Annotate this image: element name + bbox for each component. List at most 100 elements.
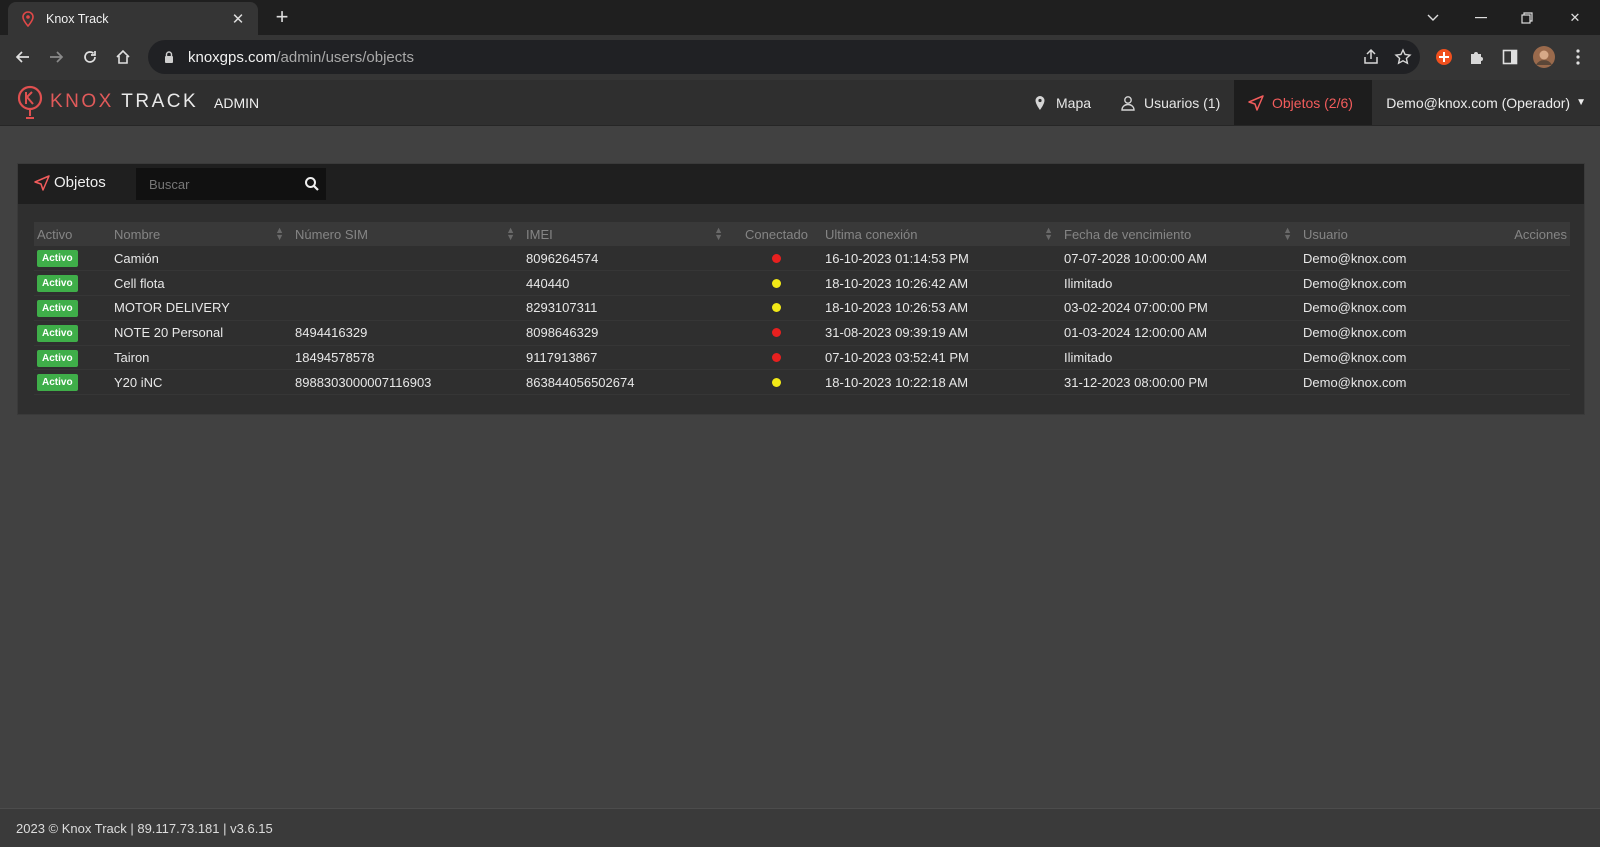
home-icon[interactable] xyxy=(109,43,137,71)
browser-toolbar: knoxgps.com/admin/users/objects xyxy=(0,35,1600,80)
tab-close-icon[interactable]: ✕ xyxy=(230,10,246,28)
status-badge: Activo xyxy=(37,275,78,293)
search-icon[interactable] xyxy=(304,176,320,192)
status-cell: Activo xyxy=(34,246,111,272)
actions-cell[interactable] xyxy=(1500,270,1570,297)
actions-cell[interactable] xyxy=(1500,345,1570,371)
connection-status-dot xyxy=(772,328,781,338)
sim-cell xyxy=(292,295,523,321)
side-panel-icon[interactable] xyxy=(1498,45,1522,69)
knox-favicon-icon xyxy=(22,10,34,27)
back-icon[interactable] xyxy=(9,43,37,71)
last-connection-cell: 16-10-2023 01:14:53 PM xyxy=(822,246,1061,272)
sort-icon: ▲ ▼ xyxy=(1283,225,1292,242)
section-label[interactable]: ADMIN xyxy=(214,95,259,111)
browser-tab[interactable]: Knox Track ✕ xyxy=(8,2,258,35)
user-cell: Demo@knox.com xyxy=(1300,345,1500,371)
minimize-icon[interactable] xyxy=(1458,0,1504,35)
connected-cell xyxy=(731,369,822,396)
nav-map[interactable]: Mapa xyxy=(1018,80,1105,125)
status-badge: Activo xyxy=(37,299,78,317)
user-cell: Demo@knox.com xyxy=(1300,369,1500,396)
col-imei-label: IMEI xyxy=(526,226,553,242)
last-connection-cell: 07-10-2023 03:52:41 PM xyxy=(822,345,1061,371)
sim-cell xyxy=(292,270,523,297)
new-tab-icon[interactable]: + xyxy=(270,5,294,29)
connection-status-dot xyxy=(772,377,781,387)
table-row[interactable]: Activo MOTOR DELIVERY 8293107311 18-10-2… xyxy=(34,295,1570,321)
expiry-cell: Ilimitado xyxy=(1061,270,1300,297)
last-connection-cell: 31-08-2023 09:39:19 AM xyxy=(822,320,1061,346)
objects-table: Activo Nombre ▲ ▼ Número SIM ▲ ▼ IMEI ▲ ▼ Cone… xyxy=(34,222,1570,396)
status-cell: Activo xyxy=(34,320,111,346)
col-vencimiento[interactable]: Fecha de vencimiento ▲ ▼ xyxy=(1061,222,1300,246)
status-badge: Activo xyxy=(37,250,78,268)
col-conectado: Conectado xyxy=(731,222,822,246)
actions-cell[interactable] xyxy=(1500,295,1570,321)
forward-icon[interactable] xyxy=(42,43,70,71)
location-arrow-icon xyxy=(1248,94,1264,111)
address-bar[interactable]: knoxgps.com/admin/users/objects xyxy=(148,40,1420,74)
profile-avatar[interactable] xyxy=(1532,45,1556,69)
status-badge: Activo xyxy=(37,324,78,342)
browser-menu-icon[interactable] xyxy=(1566,45,1590,69)
restore-icon[interactable] xyxy=(1504,0,1550,35)
col-acciones: Acciones xyxy=(1500,222,1570,246)
table-row[interactable]: Activo Camión 8096264574 16-10-2023 01:1… xyxy=(34,246,1570,272)
col-ultima-label: Ultima conexión xyxy=(825,226,918,242)
col-nombre[interactable]: Nombre ▲ ▼ xyxy=(111,222,292,246)
user-menu[interactable]: Demo@knox.com (Operador) ▼ xyxy=(1386,80,1586,125)
table-row[interactable]: Activo Cell flota 440440 18-10-2023 10:2… xyxy=(34,270,1570,297)
extensions-puzzle-icon[interactable] xyxy=(1465,45,1489,69)
tab-title: Knox Track xyxy=(46,11,109,26)
browser-tab-bar: Knox Track ✕ + ✕ xyxy=(0,0,1600,35)
footer-text: 2023 © Knox Track | 89.117.73.181 | v3.6… xyxy=(16,821,273,836)
sort-icon: ▲ ▼ xyxy=(275,225,284,242)
col-sim[interactable]: Número SIM ▲ ▼ xyxy=(292,222,523,246)
user-cell: Demo@knox.com xyxy=(1300,295,1500,321)
table-row[interactable]: Activo NOTE 20 Personal 8494416329 80986… xyxy=(34,320,1570,346)
chevron-down-icon: ▼ xyxy=(1576,97,1586,108)
name-cell: MOTOR DELIVERY xyxy=(111,295,292,321)
name-cell: Cell flota xyxy=(111,270,292,297)
imei-cell: 9117913867 xyxy=(523,345,731,371)
imei-cell: 8098646329 xyxy=(523,320,731,346)
sim-cell xyxy=(292,246,523,272)
name-cell: Tairon xyxy=(111,345,292,371)
name-cell: Camión xyxy=(111,246,292,272)
logo[interactable]: KNOX TRACK xyxy=(16,85,198,119)
bookmark-star-icon[interactable] xyxy=(1394,48,1412,66)
connected-cell xyxy=(731,320,822,346)
table-row[interactable]: Activo Y20 iNC 8988303000007116903 86384… xyxy=(34,369,1570,396)
expiry-cell: 03-02-2024 07:00:00 PM xyxy=(1061,295,1300,321)
actions-cell[interactable] xyxy=(1500,320,1570,346)
sort-icon: ▲ ▼ xyxy=(506,225,515,242)
nav-objects[interactable]: Objetos (2/6) xyxy=(1234,80,1372,125)
sim-cell: 8494416329 xyxy=(292,320,523,346)
brand-light: TRACK xyxy=(113,91,199,112)
connected-cell xyxy=(731,345,822,371)
imei-cell: 8096264574 xyxy=(523,246,731,272)
imei-cell: 863844056502674 xyxy=(523,369,731,396)
col-ultima-conexion[interactable]: Ultima conexión ▲ ▼ xyxy=(822,222,1061,246)
nav-users-label: Usuarios (1) xyxy=(1144,94,1221,111)
window-close-icon[interactable]: ✕ xyxy=(1552,0,1598,35)
table-row[interactable]: Activo Tairon 18494578578 9117913867 07-… xyxy=(34,345,1570,371)
panel-header: Objetos xyxy=(18,164,1584,204)
reload-icon[interactable] xyxy=(76,43,104,71)
nav-objects-label: Objetos (2/6) xyxy=(1272,94,1353,111)
actions-cell[interactable] xyxy=(1500,369,1570,396)
col-usuario: Usuario xyxy=(1300,222,1500,246)
search-input[interactable] xyxy=(136,168,326,200)
brand-wordmark: KNOX TRACK xyxy=(50,91,198,113)
extension-red-icon[interactable] xyxy=(1432,45,1456,69)
last-connection-cell: 18-10-2023 10:22:18 AM xyxy=(822,369,1061,396)
nav-users[interactable]: Usuarios (1) xyxy=(1106,80,1234,125)
imei-cell: 8293107311 xyxy=(523,295,731,321)
share-icon[interactable] xyxy=(1362,48,1380,66)
url-path: /admin/users/objects xyxy=(276,48,414,66)
actions-cell[interactable] xyxy=(1500,246,1570,272)
app-navbar: KNOX TRACK ADMIN Mapa Usuarios (1) Objet… xyxy=(0,80,1600,126)
tab-search-icon[interactable] xyxy=(1410,0,1456,35)
col-imei[interactable]: IMEI ▲ ▼ xyxy=(523,222,731,246)
